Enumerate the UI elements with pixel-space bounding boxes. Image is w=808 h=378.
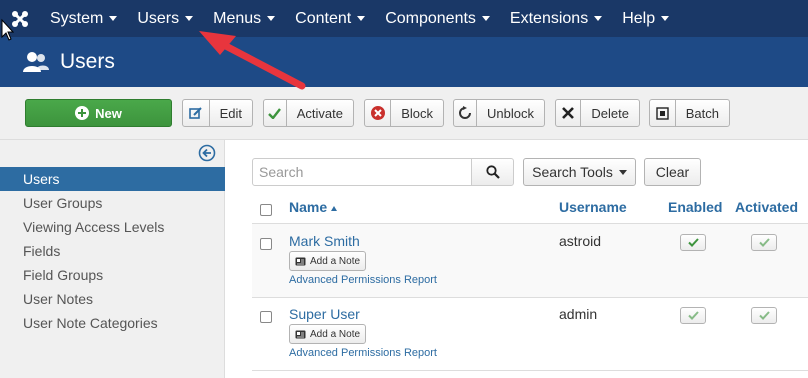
chevron-down-icon — [357, 16, 366, 21]
top-navbar: System Users Menus Content Components Ex… — [0, 0, 808, 37]
username-cell: admin — [559, 306, 598, 322]
batch-icon — [650, 100, 676, 126]
sidebar-item-viewing-access-levels[interactable]: Viewing Access Levels — [0, 215, 225, 239]
advanced-permissions-link[interactable]: Advanced Permissions Report — [289, 274, 437, 286]
nav-help[interactable]: Help — [612, 0, 679, 37]
chevron-down-icon — [109, 16, 118, 21]
toolbar: New Edit Activate Block Unblock Delete B… — [0, 87, 808, 140]
chevron-down-icon — [661, 16, 670, 21]
sidebar: Users User Groups Viewing Access Levels … — [0, 140, 225, 378]
refresh-icon — [454, 100, 478, 126]
column-header-username[interactable]: Username — [559, 199, 627, 215]
chevron-down-icon — [481, 16, 490, 21]
select-all-checkbox[interactable] — [260, 204, 272, 216]
activate-button[interactable]: Activate — [263, 99, 354, 127]
page-title: Users — [60, 50, 115, 73]
column-header-name[interactable]: Name — [289, 199, 338, 215]
add-note-button[interactable]: Add a Note — [289, 251, 367, 271]
chevron-down-icon — [185, 16, 194, 21]
unblock-button[interactable]: Unblock — [453, 99, 545, 127]
enabled-toggle[interactable] — [680, 234, 706, 251]
column-header-enabled[interactable]: Enabled — [668, 199, 722, 215]
check-icon — [264, 100, 287, 126]
sidebar-item-user-groups[interactable]: User Groups — [0, 191, 225, 215]
delete-button[interactable]: Delete — [555, 99, 640, 127]
sidebar-item-fields[interactable]: Fields — [0, 239, 225, 263]
user-name-link[interactable]: Mark Smith — [289, 233, 360, 249]
note-icon — [295, 330, 306, 338]
username-cell: astroid — [559, 233, 602, 249]
search-input[interactable] — [252, 158, 472, 186]
sidebar-item-user-notes[interactable]: User Notes — [0, 287, 225, 311]
users-icon — [23, 52, 49, 72]
nav-menus[interactable]: Menus — [203, 0, 285, 37]
enabled-toggle[interactable] — [680, 307, 706, 324]
activated-toggle[interactable] — [751, 307, 777, 324]
nav-system[interactable]: System — [40, 0, 127, 37]
sidebar-item-users[interactable]: Users — [0, 167, 225, 191]
block-button[interactable]: Block — [364, 99, 444, 127]
row-checkbox[interactable] — [260, 238, 272, 250]
check-icon — [758, 238, 770, 247]
batch-button[interactable]: Batch — [649, 99, 730, 127]
page-header: Users — [0, 37, 808, 87]
collapse-sidebar-icon[interactable] — [198, 144, 216, 162]
divider — [252, 297, 808, 298]
divider — [252, 370, 808, 371]
row-checkbox[interactable] — [260, 311, 272, 323]
clear-button[interactable]: Clear — [644, 158, 701, 186]
activated-toggle[interactable] — [751, 234, 777, 251]
joomla-logo-icon[interactable] — [0, 0, 40, 37]
check-icon — [758, 311, 770, 320]
note-icon — [295, 257, 306, 265]
chevron-down-icon — [267, 16, 276, 21]
nav-extensions[interactable]: Extensions — [500, 0, 612, 37]
column-header-activated[interactable]: Activated — [735, 199, 798, 215]
search-icon — [485, 165, 500, 179]
plus-circle-icon — [75, 106, 90, 120]
add-note-button[interactable]: Add a Note — [289, 324, 367, 344]
search-tools-button[interactable]: Search Tools — [523, 158, 636, 186]
sidebar-item-user-note-categories[interactable]: User Note Categories — [0, 311, 225, 335]
chevron-down-icon — [594, 16, 603, 21]
sidebar-item-field-groups[interactable]: Field Groups — [0, 263, 225, 287]
user-name-link[interactable]: Super User — [289, 306, 360, 322]
chevron-down-icon — [618, 169, 627, 175]
check-icon — [687, 311, 699, 320]
nav-components[interactable]: Components — [375, 0, 500, 37]
search-button[interactable] — [471, 158, 514, 186]
advanced-permissions-link[interactable]: Advanced Permissions Report — [289, 347, 437, 359]
block-icon — [365, 100, 392, 126]
nav-users[interactable]: Users — [127, 0, 203, 37]
close-icon — [556, 100, 582, 126]
edit-button[interactable]: Edit — [182, 99, 253, 127]
check-icon — [687, 238, 699, 247]
sort-ascending-icon — [331, 205, 338, 211]
new-button[interactable]: New — [25, 99, 172, 127]
edit-icon — [183, 100, 210, 126]
nav-content[interactable]: Content — [285, 0, 375, 37]
